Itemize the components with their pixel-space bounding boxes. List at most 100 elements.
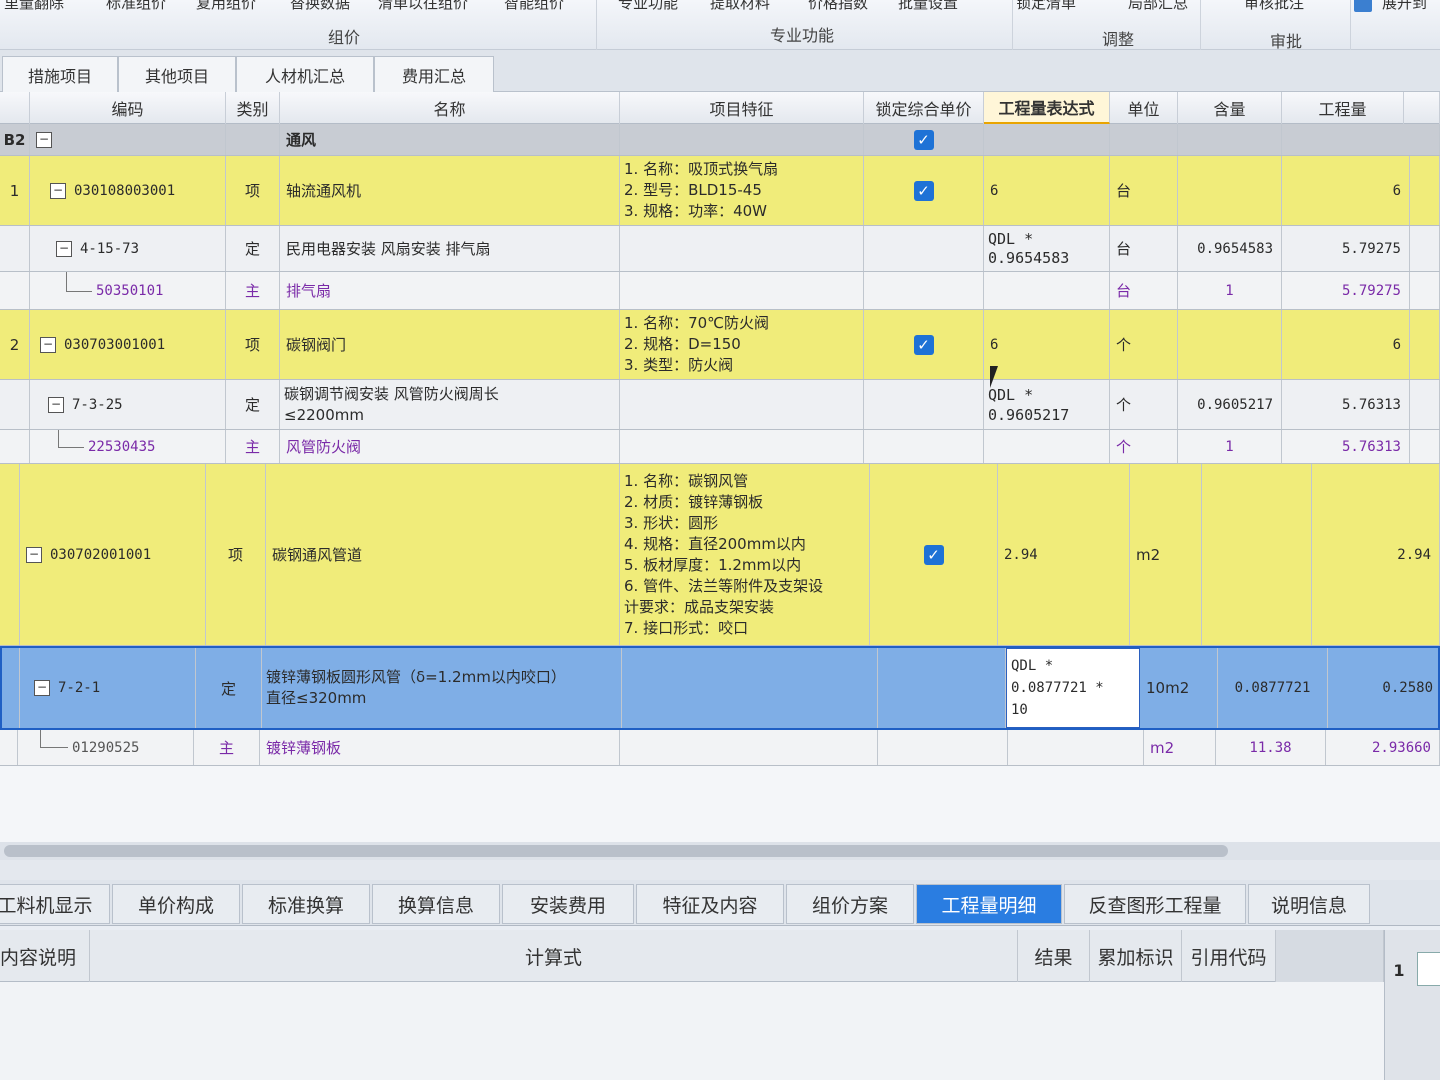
qty-cell[interactable]: 0.2580	[1328, 648, 1440, 728]
ribbon-button[interactable]: 展开到	[1382, 0, 1427, 13]
lock-cell[interactable]	[878, 648, 1006, 728]
collapse-icon[interactable]: −	[40, 336, 56, 353]
code-cell[interactable]: −030703001001	[30, 310, 226, 379]
feature-cell[interactable]	[620, 272, 864, 309]
column-header-reference-code[interactable]: 引用代码	[1182, 930, 1276, 982]
name-cell[interactable]: 碳钢通风管道	[266, 464, 620, 645]
tab-reverse-graphic-quantity[interactable]: 反查图形工程量	[1064, 884, 1246, 924]
lock-cell[interactable]	[864, 226, 984, 271]
tab-features-content[interactable]: 特征及内容	[636, 884, 784, 924]
expr-cell[interactable]	[984, 272, 1110, 309]
name-cell[interactable]: 轴流通风机	[280, 156, 620, 225]
tab-conversion-info[interactable]: 换算信息	[372, 884, 500, 924]
ribbon-button[interactable]: 审核批注	[1244, 0, 1304, 13]
column-header-result[interactable]: 结果	[1018, 930, 1090, 982]
feature-cell[interactable]	[620, 730, 878, 765]
expr-cell[interactable]: QDL * 0.9605217	[984, 380, 1110, 429]
name-cell[interactable]: 通风	[280, 124, 620, 155]
type-cell[interactable]: 主	[194, 730, 260, 765]
table-row-selected[interactable]: −7-2-1 定 镀锌薄钢板圆形风管（δ=1.2mm以内咬口） 直径≤320mm…	[0, 646, 1440, 730]
tab-standard-conversion[interactable]: 标准换算	[242, 884, 370, 924]
tab-labor-material-display[interactable]: 工料机显示	[0, 884, 110, 924]
content-cell[interactable]: 0.9654583	[1178, 226, 1282, 271]
lock-checkbox[interactable]: ✓	[913, 180, 934, 201]
column-header-type[interactable]: 类别	[226, 92, 280, 124]
expr-cell[interactable]: 6	[984, 156, 1110, 225]
column-header-feature[interactable]: 项目特征	[620, 92, 864, 124]
lock-cell[interactable]	[864, 430, 984, 463]
tab-unit-price-composition[interactable]: 单价构成	[112, 884, 240, 924]
scrollbar-thumb[interactable]	[4, 845, 1228, 857]
collapse-icon[interactable]: −	[50, 182, 66, 199]
name-cell[interactable]: 风管防火阀	[280, 430, 620, 463]
collapse-icon[interactable]: −	[56, 240, 72, 257]
table-row-norm[interactable]: −4-15-73 定 民用电器安装 风扇安装 排气扇 QDL * 0.96545…	[0, 226, 1440, 272]
expr-cell[interactable]: QDL * 0.9654583	[984, 226, 1110, 271]
column-header-quantity[interactable]: 工程量	[1282, 92, 1404, 124]
collapse-icon[interactable]: −	[26, 546, 42, 563]
unit-cell[interactable]	[1110, 124, 1178, 155]
tab-description-info[interactable]: 说明信息	[1248, 884, 1370, 924]
table-row-material[interactable]: 01290525 主 镀锌薄钢板 m2 11.38 2.93660	[0, 730, 1440, 766]
feature-cell[interactable]	[620, 226, 864, 271]
lock-cell[interactable]	[864, 380, 984, 429]
ribbon-button[interactable]: 复用组价	[196, 0, 256, 13]
feature-cell[interactable]	[620, 124, 864, 155]
feature-cell[interactable]	[620, 430, 864, 463]
unit-cell[interactable]: 台	[1110, 272, 1178, 309]
unit-cell[interactable]: m2	[1144, 730, 1216, 765]
column-header-unit[interactable]: 单位	[1110, 92, 1178, 124]
feature-cell[interactable]: 1. 名称：碳钢风管 2. 材质：镀锌薄钢板 3. 形状：圆形 4. 规格：直径…	[620, 464, 870, 645]
type-cell[interactable]: 定	[196, 648, 262, 728]
name-cell[interactable]: 镀锌薄钢板	[260, 730, 620, 765]
ribbon-button[interactable]: 锁定清单	[1016, 0, 1076, 13]
qty-cell[interactable]: 6	[1282, 156, 1410, 225]
collapse-icon[interactable]: −	[36, 131, 52, 148]
unit-cell[interactable]: 台	[1110, 156, 1178, 225]
type-cell[interactable]: 项	[226, 310, 280, 379]
feature-cell[interactable]	[622, 648, 878, 728]
tab-cost-summary[interactable]: 费用汇总	[374, 56, 494, 92]
ribbon-button[interactable]: 智能组价	[504, 0, 564, 13]
unit-cell[interactable]: 台	[1110, 226, 1178, 271]
content-cell[interactable]	[1178, 310, 1282, 379]
column-header-quantity-expression[interactable]: 工程量表达式	[984, 92, 1110, 124]
column-header-code[interactable]: 编码	[30, 92, 226, 124]
column-header-description[interactable]: 内容说明	[0, 930, 90, 982]
lock-checkbox[interactable]: ✓	[913, 129, 934, 150]
collapse-icon[interactable]: −	[34, 680, 50, 696]
lock-cell[interactable]: ✓	[870, 464, 998, 645]
table-row-item[interactable]: −030702001001 项 碳钢通风管道 1. 名称：碳钢风管 2. 材质：…	[0, 464, 1440, 646]
unit-cell[interactable]: 个	[1110, 380, 1178, 429]
expr-cell[interactable]	[1008, 730, 1144, 765]
tab-labor-material-summary[interactable]: 人材机汇总	[236, 56, 374, 92]
type-cell[interactable]: 定	[226, 226, 280, 271]
code-cell[interactable]: −030108003001	[30, 156, 226, 225]
expr-editor-input[interactable]: QDL * 0.0877721 * 10	[1006, 648, 1140, 728]
horizontal-scrollbar[interactable]	[0, 842, 1440, 860]
feature-cell[interactable]	[620, 380, 864, 429]
table-row-material[interactable]: 50350101 主 排气扇 台 1 5.79275	[0, 272, 1440, 310]
name-cell[interactable]: 排气扇	[280, 272, 620, 309]
lock-cell[interactable]	[864, 272, 984, 309]
type-cell[interactable]: 项	[226, 156, 280, 225]
qty-cell[interactable]: 5.79275	[1282, 272, 1410, 309]
content-cell[interactable]: 0.0877721	[1218, 648, 1328, 728]
ribbon-button[interactable]: 专业功能	[618, 0, 678, 13]
table-row-item[interactable]: 2 −030703001001 项 碳钢阀门 1. 名称：70℃防火阀 2. 规…	[0, 310, 1440, 380]
lock-cell[interactable]: ✓	[864, 156, 984, 225]
qty-cell[interactable]: 6	[1282, 310, 1410, 379]
code-cell[interactable]: −7-2-1	[20, 648, 196, 728]
lock-checkbox[interactable]: ✓	[913, 334, 934, 355]
table-row-item[interactable]: 1 −030108003001 项 轴流通风机 1. 名称：吸顶式换气扇 2. …	[0, 156, 1440, 226]
table-row-material[interactable]: 22530435 主 风管防火阀 个 1 5.76313	[0, 430, 1440, 464]
expr-cell[interactable]	[984, 430, 1110, 463]
table-row-section[interactable]: B2 − 通风 ✓	[0, 124, 1440, 156]
type-cell[interactable]: 定	[226, 380, 280, 429]
ribbon-button[interactable]: 价格指数	[808, 0, 868, 13]
lock-cell[interactable]: ✓	[864, 310, 984, 379]
qty-cell[interactable]: 2.93660	[1326, 730, 1440, 765]
lock-cell[interactable]: ✓	[864, 124, 984, 155]
content-cell[interactable]	[1178, 124, 1282, 155]
ribbon-button[interactable]: 提取材料	[710, 0, 770, 13]
